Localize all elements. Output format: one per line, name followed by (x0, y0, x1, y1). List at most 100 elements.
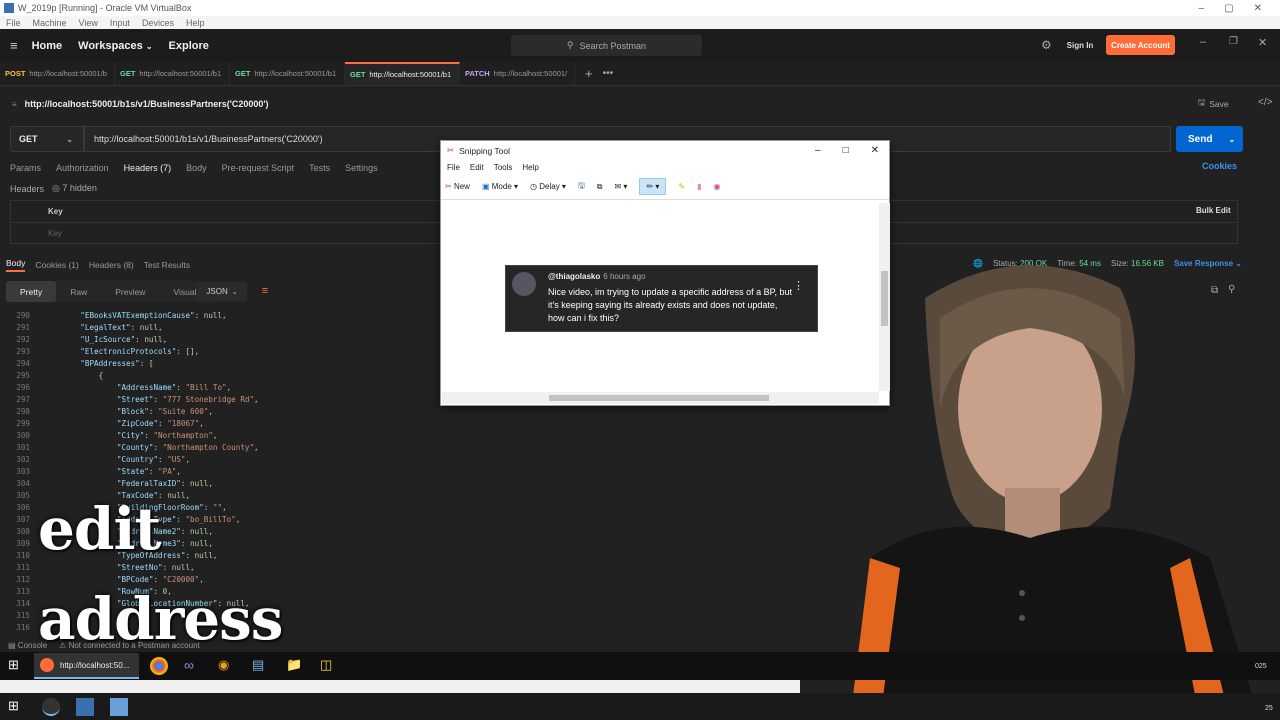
pen-icon[interactable]: ✏ ▾ (639, 178, 667, 195)
eraser-icon[interactable]: ▮ (697, 182, 701, 191)
tab-body[interactable]: Body (186, 163, 207, 173)
tab-tests[interactable]: Tests (309, 163, 330, 173)
nav-workspaces[interactable]: Workspaces ⌄ (78, 40, 152, 52)
sap-icon[interactable]: ◉ (218, 657, 236, 675)
hamburger-icon[interactable]: ≡ (10, 38, 18, 53)
windows-start-icon[interactable]: ⊞ (8, 698, 26, 716)
menu-file[interactable]: File (6, 18, 21, 28)
tab-params[interactable]: Params (10, 163, 41, 173)
console-button[interactable]: ▤ Console (8, 641, 47, 650)
snip-menu-edit[interactable]: Edit (470, 163, 484, 172)
delay-button[interactable]: ◷ Delay ▾ (530, 182, 566, 191)
more-vert-icon[interactable]: ⋮ (793, 279, 804, 292)
bulk-edit-button[interactable]: Bulk Edit (1196, 206, 1231, 215)
nav-home[interactable]: Home (32, 40, 63, 52)
youtube-comment: @thiagolasko 6 hours ago Nice video, im t… (505, 265, 818, 332)
chevron-down-icon: ⌄ (145, 41, 153, 51)
obs-icon[interactable] (42, 697, 60, 716)
snip-minimize-icon[interactable]: – (815, 145, 821, 156)
hidden-headers-toggle[interactable]: ◎ 7 hidden (52, 183, 97, 194)
resp-tab-body[interactable]: Body (6, 258, 26, 272)
windows-start-icon[interactable]: ⊞ (8, 657, 26, 675)
chrome-icon[interactable] (150, 657, 168, 675)
app-icon[interactable]: ▤ (252, 657, 270, 675)
search-input[interactable]: ⚲ Search Postman (511, 35, 702, 56)
cookies-link[interactable]: Cookies (1202, 161, 1237, 171)
code-text: "FederalTaxID": null, (116, 479, 213, 488)
tab-authorization[interactable]: Authorization (56, 163, 109, 173)
line-number: 313 (16, 587, 30, 596)
wrap-lines-icon[interactable]: ≡ (257, 283, 273, 299)
tab-request-5[interactable]: PATCH http://localhost:50001/ (460, 62, 575, 85)
mode-button[interactable]: ▣ Mode ▾ (482, 182, 518, 191)
highlighter-icon[interactable]: ✎ (678, 182, 685, 191)
view-pretty[interactable]: Pretty (6, 281, 57, 302)
snipping-toolbar: ✂ New ▣ Mode ▾ ◷ Delay ▾ 🖫 ⧉ ✉ ▾ ✏ ▾ ✎ ▮… (441, 174, 889, 200)
snip-menu-tools[interactable]: Tools (494, 163, 513, 172)
menu-machine[interactable]: Machine (33, 18, 67, 28)
settings-icon[interactable]: ⚙ (1041, 38, 1052, 52)
send-snip-icon[interactable]: ✉ ▾ (614, 182, 627, 191)
code-text: "StreetNo": null, (116, 563, 195, 572)
view-raw[interactable]: Raw (56, 281, 101, 302)
create-account-button[interactable]: Create Account (1106, 35, 1175, 55)
line-number: 301 (16, 443, 30, 452)
code-text: "EBooksVATExemptionCause": null, (80, 311, 227, 320)
minimize-icon[interactable]: – (1199, 3, 1205, 14)
window-restore-icon[interactable]: ❐ (1229, 36, 1238, 47)
sign-in-button[interactable]: Sign In (1062, 36, 1098, 54)
comment-user[interactable]: @thiagolasko (548, 272, 600, 281)
resp-tab-test-results[interactable]: Test Results (144, 260, 190, 270)
host-taskbar: ⊞ (0, 693, 1280, 720)
tab-request-4[interactable]: GET http://localhost:50001/b1 (345, 62, 460, 85)
tab-headers[interactable]: Headers (7) (124, 163, 172, 173)
file-explorer-icon[interactable]: 📁 (286, 657, 304, 675)
close-icon[interactable]: ✕ (1254, 3, 1262, 14)
request-title[interactable]: http://localhost:50001/b1s/v1/BusinessPa… (25, 99, 269, 109)
visual-studio-icon[interactable]: ∞ (184, 657, 202, 675)
paint3d-icon[interactable]: ◉ (714, 182, 721, 191)
virtualbox-icon[interactable] (76, 697, 94, 716)
snip-horizontal-thumb[interactable] (549, 395, 769, 401)
menu-devices[interactable]: Devices (142, 18, 174, 28)
send-button[interactable]: Send ⌄ (1176, 126, 1243, 152)
save-button[interactable]: 🖫 Save (1198, 96, 1238, 112)
new-snip-button[interactable]: ✂ New (445, 182, 470, 191)
more-tabs-icon[interactable]: ••• (603, 62, 614, 85)
tab-pre-request-script[interactable]: Pre-request Script (222, 163, 295, 173)
maximize-icon[interactable]: ▢ (1224, 3, 1233, 14)
menu-help[interactable]: Help (186, 18, 205, 28)
copy-icon[interactable]: ⧉ (597, 182, 603, 192)
overlay-text-edit: edit (38, 495, 161, 563)
code-icon[interactable]: </> (1258, 97, 1272, 108)
new-tab-icon[interactable]: + (575, 62, 603, 85)
request-title-bar: ≡ http://localhost:50001/b1s/v1/Business… (12, 94, 712, 114)
tab-request-1[interactable]: POST http://localhost:50001/b (0, 62, 115, 85)
tab-request-2[interactable]: GET http://localhost:50001/b1 (115, 62, 230, 85)
format-select[interactable]: JSON ⌄ (197, 282, 247, 301)
tab-request-3[interactable]: GET http://localhost:50001/b1 (230, 62, 345, 85)
menu-view[interactable]: View (79, 18, 98, 28)
headers-label-row: Headers ◎ 7 hidden (10, 183, 97, 194)
view-preview[interactable]: Preview (101, 281, 159, 302)
method-select[interactable]: GET ⌄ (10, 126, 84, 152)
tab-settings[interactable]: Settings (345, 163, 378, 173)
avatar (512, 272, 536, 296)
taskbar-postman[interactable]: http://localhost:50... (34, 653, 139, 679)
window-close-icon[interactable]: ✕ (1258, 36, 1267, 49)
snip-menu-file[interactable]: File (447, 163, 460, 172)
mode-icon: ▣ (481, 182, 490, 191)
menu-input[interactable]: Input (110, 18, 130, 28)
app-icon-3[interactable] (110, 697, 128, 716)
window-minimize-icon[interactable]: – (1200, 36, 1206, 48)
resp-tab-headers[interactable]: Headers (8) (89, 260, 134, 270)
snip-menu-help[interactable]: Help (522, 163, 538, 172)
app-icon-2[interactable]: ◫ (320, 657, 338, 675)
snip-close-icon[interactable]: ✕ (871, 145, 879, 156)
snip-maximize-icon[interactable]: □ (843, 145, 849, 156)
resp-tab-cookies[interactable]: Cookies (1) (35, 260, 78, 270)
save-snip-icon[interactable]: 🖫 (578, 180, 585, 194)
nav-explore[interactable]: Explore (169, 40, 209, 52)
snipping-tool-menu: File Edit Tools Help (441, 160, 889, 174)
snip-vertical-thumb[interactable] (881, 271, 888, 326)
